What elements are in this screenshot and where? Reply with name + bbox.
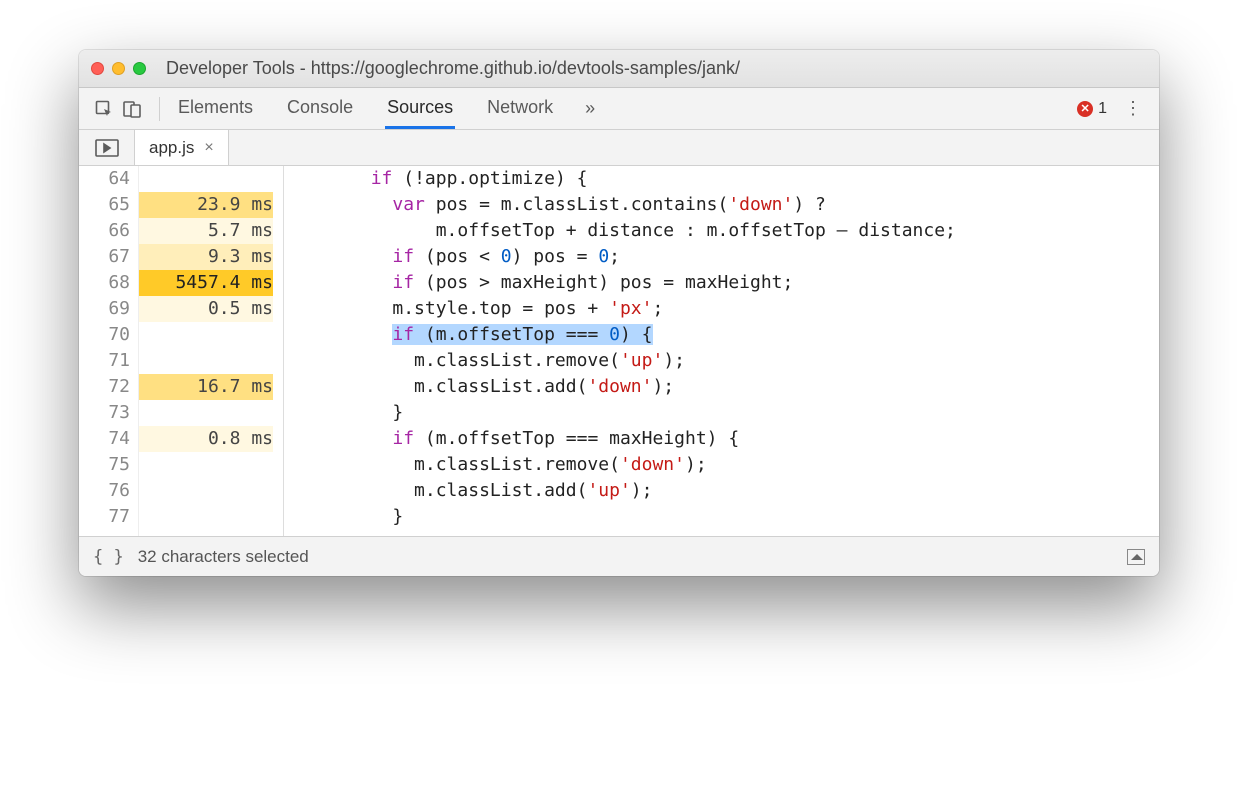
line-number[interactable]: 75	[79, 452, 130, 478]
line-timing: 5.7 ms	[139, 218, 273, 244]
line-timing	[139, 452, 273, 478]
line-timing: 0.8 ms	[139, 426, 273, 452]
code-line[interactable]: if (m.offsetTop === 0) {	[284, 322, 1159, 348]
code-line[interactable]: }	[284, 400, 1159, 426]
line-number[interactable]: 72	[79, 374, 130, 400]
main-toolbar: Elements Console Sources Network » ✕ 1 ⋮	[79, 88, 1159, 130]
timing-gutter: 23.9 ms5.7 ms9.3 ms5457.4 ms0.5 ms 16.7 m…	[139, 166, 284, 536]
code-editor[interactable]: 6465666768697071727374757677 23.9 ms5.7 …	[79, 166, 1159, 536]
tab-sources[interactable]: Sources	[385, 88, 455, 129]
window-titlebar: Developer Tools - https://googlechrome.g…	[79, 50, 1159, 88]
code-content[interactable]: if (!app.optimize) { var pos = m.classLi…	[284, 166, 1159, 536]
tab-network[interactable]: Network	[485, 88, 555, 129]
line-number[interactable]: 68	[79, 270, 130, 296]
line-number[interactable]: 74	[79, 426, 130, 452]
line-number[interactable]: 67	[79, 244, 130, 270]
line-number[interactable]: 64	[79, 166, 130, 192]
error-counter[interactable]: ✕ 1	[1077, 100, 1107, 118]
status-bar: { } 32 characters selected	[79, 536, 1159, 576]
sources-subbar: app.js ×	[79, 130, 1159, 166]
tab-elements[interactable]: Elements	[176, 88, 255, 129]
line-timing	[139, 400, 273, 426]
line-timing: 0.5 ms	[139, 296, 273, 322]
line-number[interactable]: 70	[79, 322, 130, 348]
more-tabs-button[interactable]: »	[585, 88, 595, 129]
line-timing	[139, 322, 273, 348]
line-timing	[139, 504, 273, 530]
traffic-lights	[91, 62, 146, 75]
line-timing	[139, 478, 273, 504]
code-line[interactable]: var pos = m.classList.contains('down') ?	[284, 192, 1159, 218]
close-file-icon[interactable]: ×	[204, 139, 213, 157]
line-number[interactable]: 71	[79, 348, 130, 374]
code-line[interactable]: if (m.offsetTop === maxHeight) {	[284, 426, 1159, 452]
zoom-window-button[interactable]	[133, 62, 146, 75]
minimize-window-button[interactable]	[112, 62, 125, 75]
line-timing	[139, 166, 273, 192]
file-name: app.js	[149, 138, 194, 158]
selection-status: 32 characters selected	[138, 547, 309, 567]
device-toolbar-icon[interactable]	[121, 98, 143, 120]
code-line[interactable]: m.style.top = pos + 'px';	[284, 296, 1159, 322]
pretty-print-button[interactable]: { }	[93, 547, 124, 567]
code-line[interactable]: m.offsetTop + distance : m.offsetTop – d…	[284, 218, 1159, 244]
line-number[interactable]: 76	[79, 478, 130, 504]
panel-tabs: Elements Console Sources Network »	[176, 88, 621, 129]
line-number[interactable]: 73	[79, 400, 130, 426]
line-number[interactable]: 65	[79, 192, 130, 218]
file-tab[interactable]: app.js ×	[135, 130, 229, 165]
code-line[interactable]: m.classList.remove('down');	[284, 452, 1159, 478]
code-line[interactable]: if (!app.optimize) {	[284, 166, 1159, 192]
code-line[interactable]: if (pos > maxHeight) pos = maxHeight;	[284, 270, 1159, 296]
window-title: Developer Tools - https://googlechrome.g…	[166, 58, 740, 79]
tab-console[interactable]: Console	[285, 88, 355, 129]
navigator-toggle[interactable]	[79, 130, 135, 165]
error-icon: ✕	[1077, 101, 1093, 117]
error-count: 1	[1098, 100, 1107, 118]
line-timing: 5457.4 ms	[139, 270, 273, 296]
line-number[interactable]: 69	[79, 296, 130, 322]
line-number-gutter: 6465666768697071727374757677	[79, 166, 139, 536]
inspect-element-icon[interactable]	[93, 98, 115, 120]
settings-menu-button[interactable]: ⋮	[1121, 98, 1145, 119]
toolbar-divider	[159, 97, 160, 121]
code-line[interactable]: if (pos < 0) pos = 0;	[284, 244, 1159, 270]
line-timing	[139, 348, 273, 374]
devtools-window: Developer Tools - https://googlechrome.g…	[79, 50, 1159, 576]
code-line[interactable]: m.classList.remove('up');	[284, 348, 1159, 374]
code-line[interactable]: }	[284, 504, 1159, 530]
drawer-toggle-icon[interactable]	[1127, 549, 1145, 565]
line-timing: 23.9 ms	[139, 192, 273, 218]
close-window-button[interactable]	[91, 62, 104, 75]
line-number[interactable]: 77	[79, 504, 130, 530]
line-timing: 9.3 ms	[139, 244, 273, 270]
line-timing: 16.7 ms	[139, 374, 273, 400]
code-line[interactable]: m.classList.add('down');	[284, 374, 1159, 400]
line-number[interactable]: 66	[79, 218, 130, 244]
code-line[interactable]: m.classList.add('up');	[284, 478, 1159, 504]
